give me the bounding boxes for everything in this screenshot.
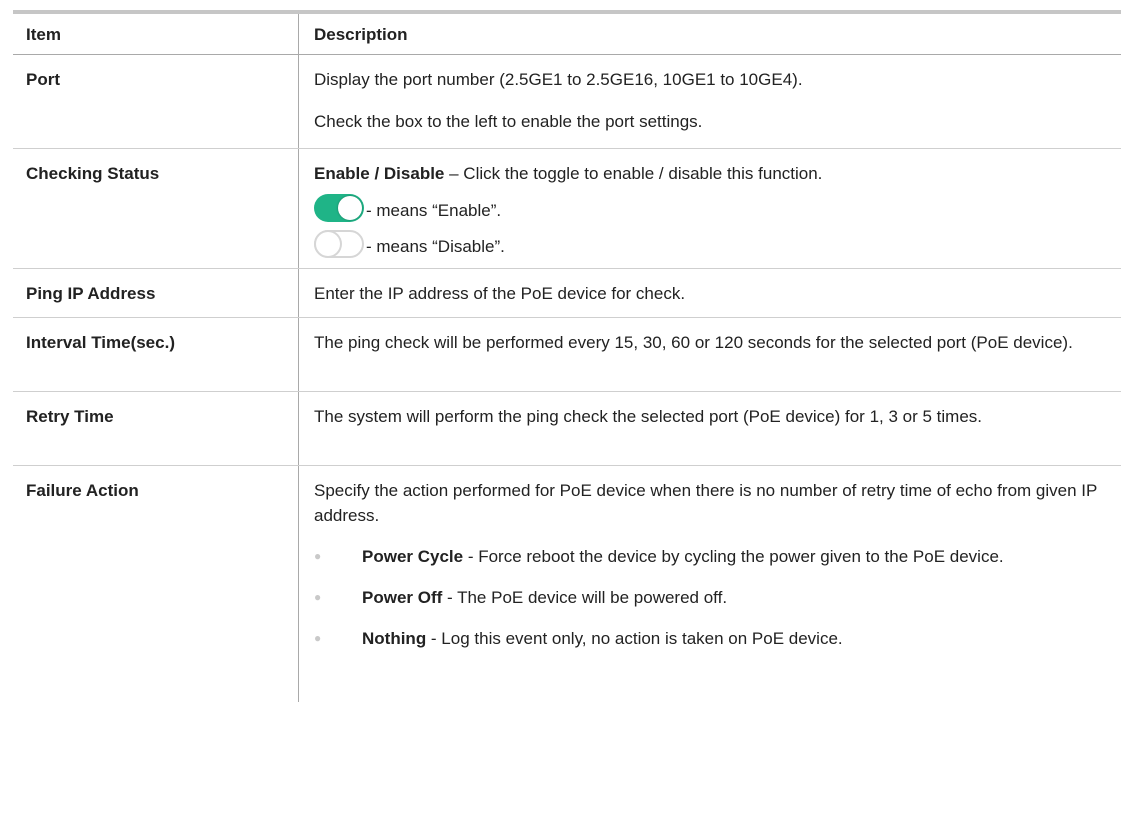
enable-legend: - means “Enable”.: [314, 186, 1103, 222]
table-row-failure-action: Failure Action Specify the action perfor…: [13, 466, 1121, 702]
header-item: Item: [13, 14, 299, 54]
disable-legend-text: - means “Disable”.: [366, 237, 505, 256]
toggle-off-icon: [314, 230, 364, 258]
toggle-on-icon: [314, 194, 364, 222]
table-row-retry: Retry Time The system will perform the p…: [13, 392, 1121, 466]
failure-action-options: ● Power Cycle - Force reboot the device …: [314, 544, 1103, 651]
description-failure-action: Specify the action performed for PoE dev…: [299, 466, 1121, 702]
table-row-ping-ip: Ping IP Address Enter the IP address of …: [13, 269, 1121, 318]
option-term: Nothing: [362, 629, 427, 648]
table-row-interval: Interval Time(sec.) The ping check will …: [13, 318, 1121, 392]
port-description-line2: Check the box to the left to enable the …: [314, 112, 703, 131]
option-text: - Force reboot the device by cycling the…: [463, 547, 1004, 566]
list-item: ● Power Cycle - Force reboot the device …: [314, 544, 1103, 569]
item-interval: Interval Time(sec.): [13, 318, 299, 391]
table-row-checking-status: Checking Status Enable / Disable – Click…: [13, 149, 1121, 269]
option-term: Power Off: [362, 588, 443, 607]
item-checking-status: Checking Status: [13, 149, 299, 268]
checking-status-intro: Enable / Disable – Click the toggle to e…: [314, 161, 1103, 186]
failure-action-text: Specify the action performed for PoE dev…: [314, 481, 1098, 525]
description-interval: The ping check will be performed every 1…: [314, 333, 1073, 352]
option-term: Power Cycle: [362, 547, 464, 566]
bullet-icon: ●: [314, 631, 322, 645]
option-text: - The PoE device will be powered off.: [442, 588, 728, 607]
description-checking-status: Enable / Disable – Click the toggle to e…: [299, 149, 1121, 268]
list-item: ● Nothing - Log this event only, no acti…: [314, 626, 1103, 651]
bullet-icon: ●: [314, 549, 322, 563]
description-ping-ip: Enter the IP address of the PoE device f…: [314, 284, 686, 303]
checking-status-text: – Click the toggle to enable / disable t…: [444, 164, 823, 183]
item-ping-ip: Ping IP Address: [13, 269, 299, 317]
item-retry: Retry Time: [13, 392, 299, 465]
description-retry: The system will perform the ping check t…: [314, 407, 983, 426]
item-port: Port: [13, 55, 299, 148]
option-text: - Log this event only, no action is take…: [426, 629, 843, 648]
table-row-port: Port Display the port number (2.5GE1 to …: [13, 55, 1121, 149]
port-description-line1: Display the port number (2.5GE1 to 2.5GE…: [314, 70, 803, 89]
list-item: ● Power Off - The PoE device will be pow…: [314, 585, 1103, 610]
description-port: Display the port number (2.5GE1 to 2.5GE…: [299, 55, 1121, 148]
table-header-row: Item Description: [13, 14, 1121, 55]
enable-legend-text: - means “Enable”.: [366, 201, 502, 220]
bullet-icon: ●: [314, 590, 322, 604]
disable-legend: - means “Disable”.: [314, 222, 1103, 258]
description-table: Item Description Port Display the port n…: [13, 10, 1121, 702]
header-description: Description: [314, 25, 408, 44]
item-failure-action: Failure Action: [13, 466, 299, 702]
enable-disable-term: Enable / Disable: [314, 164, 445, 183]
